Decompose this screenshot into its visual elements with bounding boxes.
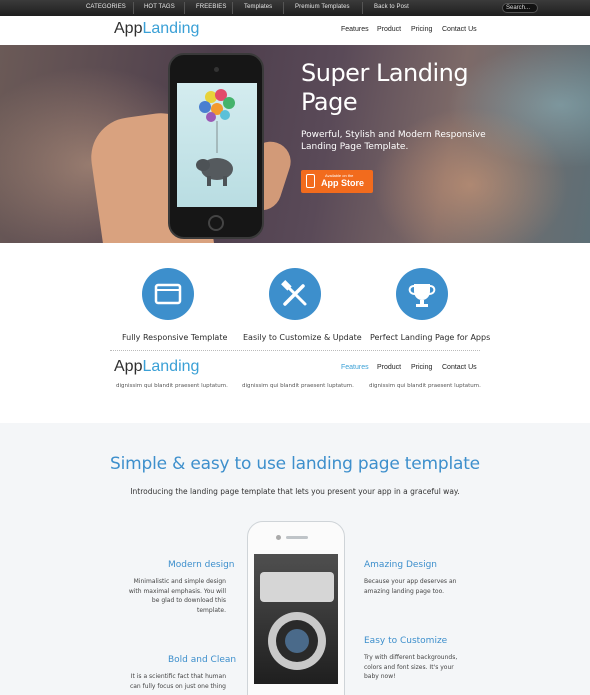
- feature-title-customize: Easily to Customize & Update: [243, 333, 362, 342]
- camera-body-image: [260, 572, 334, 602]
- detail-phone-image: [247, 521, 345, 695]
- topbar-link-premium-templates[interactable]: Premium Templates: [295, 4, 350, 10]
- phone-camera: [276, 535, 281, 540]
- sticky-nav-item-pricing[interactable]: Pricing: [411, 364, 432, 371]
- phone-home-button: [208, 215, 224, 231]
- trophy-icon: [408, 284, 436, 307]
- feature-desc: dignissim qui blandit praesent luptatum.: [369, 383, 481, 389]
- sticky-nav-item-features[interactable]: Features: [341, 364, 369, 371]
- nav-item-pricing[interactable]: Pricing: [411, 26, 432, 33]
- feature-icon-circle: [269, 268, 321, 320]
- topbar-link-back-to-post[interactable]: Back to Post: [374, 4, 409, 10]
- tools-icon: [281, 280, 307, 306]
- topbar-separator: [283, 2, 284, 14]
- feature-text-bold-clean: It is a scientific fact that human can f…: [126, 672, 226, 691]
- logo-text-app: App: [114, 20, 143, 37]
- balloon-elephant-illustration: [196, 89, 235, 186]
- text-line: with maximal emphasis. You will: [128, 587, 226, 595]
- text-line: It is a scientific fact that human: [130, 673, 226, 680]
- text-line: colors and font sizes. It's your: [364, 663, 454, 671]
- hero-title: Super Landing Page: [301, 59, 469, 116]
- feature-text-amazing-design: Because your app deserves an amazing lan…: [364, 577, 474, 596]
- topbar-link-categories[interactable]: CATEGORIES: [86, 4, 126, 10]
- feature-title-responsive: Fully Responsive Template: [122, 333, 228, 342]
- topbar-separator: [362, 2, 363, 14]
- nav-item-product[interactable]: Product: [377, 26, 401, 33]
- top-bar: CATEGORIES HOT TAGS FREEBIES Templates P…: [0, 0, 590, 16]
- phone-icon: [306, 174, 315, 188]
- dotted-divider: [110, 350, 480, 352]
- feature-heading-modern-design: Modern design: [168, 560, 235, 570]
- app-store-label: App Store: [321, 178, 365, 188]
- sticky-header: AppLanding Features Product Pricing Cont…: [0, 355, 590, 381]
- topbar-link-templates[interactable]: Templates: [244, 4, 272, 10]
- feature-desc: dignissim qui blandit praesent luptatum.: [116, 383, 228, 389]
- features-detail-section: Simple & easy to use landing page templa…: [0, 423, 590, 695]
- hero-subtitle: Powerful, Stylish and Modern Responsive …: [301, 130, 486, 152]
- nav-item-features[interactable]: Features: [341, 26, 369, 33]
- section-heading: Simple & easy to use landing page templa…: [110, 454, 480, 474]
- text-line: Try with different backgrounds,: [364, 654, 458, 661]
- browser-window-icon: [154, 283, 182, 305]
- topbar-link-hot-tags[interactable]: HOT TAGS: [144, 4, 175, 10]
- site-header: AppLanding Features Product Pricing Cont…: [0, 16, 590, 45]
- page: CATEGORIES HOT TAGS FREEBIES Templates P…: [0, 0, 590, 695]
- text-line: can fully focus on just one thing: [129, 682, 226, 690]
- feature-text-easy-customize: Try with different backgrounds, colors a…: [364, 653, 474, 682]
- feature-heading-amazing-design: Amazing Design: [364, 560, 438, 570]
- text-line: amazing landing page too.: [364, 587, 445, 595]
- text-line: template.: [197, 606, 226, 614]
- site-logo[interactable]: AppLanding: [114, 20, 199, 38]
- topbar-separator: [133, 2, 134, 14]
- feature-heading-easy-customize: Easy to Customize: [364, 636, 448, 646]
- topbar-link-freebies[interactable]: FREEBIES: [196, 4, 226, 10]
- text-line: Minimalistic and simple design: [133, 578, 226, 585]
- feature-desc: dignissim qui blandit praesent luptatum.: [242, 383, 354, 389]
- nav-item-contact-us[interactable]: Contact Us: [442, 26, 477, 33]
- text-line: Because your app deserves an: [364, 578, 457, 585]
- logo-text-landing: Landing: [142, 20, 200, 37]
- app-store-button[interactable]: Available on the App Store: [301, 170, 373, 193]
- sticky-logo[interactable]: AppLanding: [114, 358, 199, 376]
- logo-text-app: App: [114, 358, 143, 375]
- phone-speaker: [286, 536, 308, 539]
- sticky-nav-item-contact-us[interactable]: Contact Us: [442, 364, 477, 371]
- search-input[interactable]: Search...: [502, 3, 538, 13]
- feature-heading-bold-clean: Bold and Clean: [168, 655, 237, 665]
- feature-text-modern-design: Minimalistic and simple design with maxi…: [126, 577, 226, 615]
- camera-lens-glass: [285, 629, 309, 653]
- hero-phone-image: [168, 53, 264, 239]
- feature-title-apps: Perfect Landing Page for Apps: [370, 333, 491, 342]
- hero-section: Super Landing Page Powerful, Stylish and…: [0, 45, 590, 243]
- topbar-separator: [184, 2, 185, 14]
- feature-icon-circle: [142, 268, 194, 320]
- topbar-separator: [232, 2, 233, 14]
- text-line: be glad to download this: [151, 597, 226, 604]
- phone-screen-camera-photo: [254, 554, 338, 684]
- feature-icon-circle: [396, 268, 448, 320]
- text-line: baby now!: [364, 673, 396, 680]
- phone-screen: [177, 83, 257, 207]
- sticky-nav-item-product[interactable]: Product: [377, 364, 401, 371]
- logo-text-landing: Landing: [142, 358, 200, 375]
- phone-camera: [214, 67, 219, 72]
- section-intro: Introducing the landing page template th…: [130, 487, 460, 496]
